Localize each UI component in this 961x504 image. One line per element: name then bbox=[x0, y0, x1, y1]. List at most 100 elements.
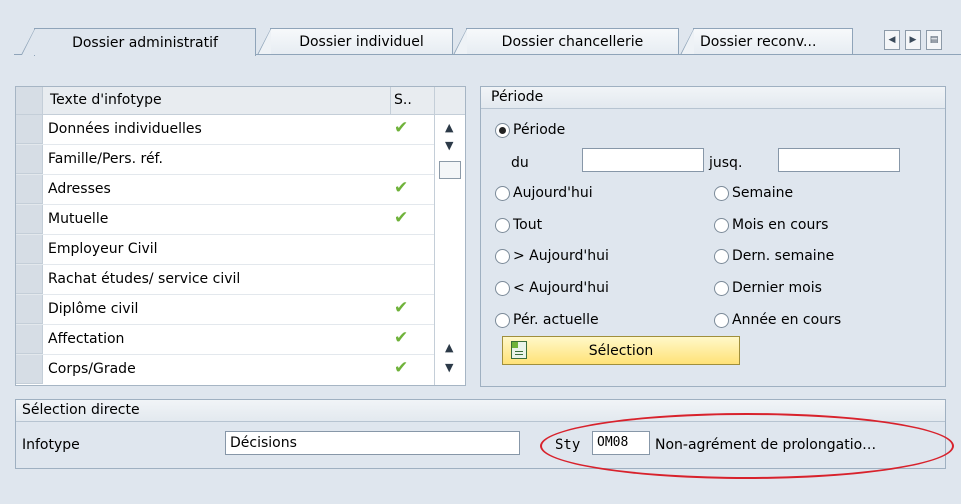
radio-label: Année en cours bbox=[732, 312, 842, 328]
row-selector[interactable] bbox=[16, 265, 43, 294]
scroll-up-icon[interactable]: ▲ bbox=[445, 121, 453, 134]
row-text: Rachat études/ service civil bbox=[48, 271, 241, 287]
scroll-down-icon[interactable]: ▼ bbox=[445, 361, 453, 374]
check-icon: ✔ bbox=[394, 178, 409, 198]
row-selector[interactable] bbox=[16, 145, 43, 174]
table-row[interactable]: Adresses ✔ bbox=[16, 175, 436, 205]
radio-label: Période bbox=[513, 122, 566, 138]
radio-icon bbox=[714, 312, 729, 328]
radio-icon bbox=[714, 248, 729, 264]
row-selector[interactable] bbox=[16, 325, 43, 354]
tab-list-icon: ▤ bbox=[929, 35, 939, 45]
radio-label: > Aujourd'hui bbox=[513, 248, 609, 264]
radio-icon bbox=[495, 248, 510, 264]
radio-avant-aujourdhui[interactable]: < Aujourd'hui bbox=[495, 280, 609, 296]
row-text: Corps/Grade bbox=[48, 361, 136, 377]
date-from-field[interactable] bbox=[582, 148, 704, 172]
radio-dernier-mois[interactable]: Dernier mois bbox=[714, 280, 822, 296]
radio-selected-icon bbox=[495, 122, 510, 138]
row-text: Données individuelles bbox=[48, 121, 202, 137]
jusq-label: jusq. bbox=[709, 155, 743, 171]
check-icon: ✔ bbox=[394, 118, 409, 138]
table-row[interactable]: Données individuelles ✔ bbox=[16, 115, 436, 145]
radio-label: Dernier mois bbox=[732, 280, 822, 296]
radio-icon bbox=[495, 185, 510, 201]
radio-dern-semaine[interactable]: Dern. semaine bbox=[714, 248, 834, 264]
highlight-annotation bbox=[540, 413, 954, 479]
infotype-field[interactable]: Décisions bbox=[225, 431, 520, 455]
tab-dossier-reconv[interactable]: Dossier reconv... bbox=[680, 28, 853, 55]
radio-mois-en-cours[interactable]: Mois en cours bbox=[714, 217, 828, 233]
infotype-table: Texte d'infotype S.. Données individuell… bbox=[15, 86, 466, 386]
row-selector[interactable] bbox=[16, 115, 43, 144]
radio-label: Mois en cours bbox=[732, 217, 829, 233]
check-icon: ✔ bbox=[394, 358, 409, 378]
tab-dossier-chancellerie[interactable]: Dossier chancellerie bbox=[453, 28, 679, 55]
date-to-field[interactable] bbox=[778, 148, 900, 172]
table-row[interactable]: Famille/Pers. réf. bbox=[16, 145, 436, 175]
column-settings-cell[interactable] bbox=[434, 87, 465, 114]
radio-label: Tout bbox=[513, 217, 543, 233]
selection-icon bbox=[511, 341, 527, 359]
scroll-down-icon[interactable]: ▼ bbox=[445, 139, 453, 152]
table-row[interactable]: Employeur Civil bbox=[16, 235, 436, 265]
table-row[interactable]: Corps/Grade ✔ bbox=[16, 355, 436, 385]
radio-icon bbox=[495, 280, 510, 296]
tab-strip: Dossier administratif Dossier individuel… bbox=[0, 0, 961, 56]
radio-semaine[interactable]: Semaine bbox=[714, 185, 793, 201]
row-text: Adresses bbox=[48, 181, 111, 197]
table-row[interactable]: Rachat études/ service civil bbox=[16, 265, 436, 295]
tab-dossier-administratif[interactable]: Dossier administratif bbox=[21, 28, 256, 56]
tab-label: Dossier individuel bbox=[299, 34, 424, 50]
tab-label: Dossier administratif bbox=[72, 34, 218, 51]
radio-icon bbox=[714, 185, 729, 201]
column-header-s[interactable]: S.. bbox=[390, 87, 432, 114]
radio-label: Aujourd'hui bbox=[513, 185, 593, 201]
tab-label: Dossier reconv... bbox=[700, 34, 817, 50]
radio-icon bbox=[714, 217, 729, 233]
row-text: Famille/Pers. réf. bbox=[48, 151, 163, 167]
table-row[interactable]: Diplôme civil ✔ bbox=[16, 295, 436, 325]
radio-label: Dern. semaine bbox=[732, 248, 835, 264]
du-label: du bbox=[511, 155, 529, 171]
row-selector[interactable] bbox=[16, 355, 43, 384]
check-icon: ✔ bbox=[394, 208, 409, 228]
row-text: Mutuelle bbox=[48, 211, 109, 227]
table-header: Texte d'infotype S.. bbox=[16, 87, 465, 115]
tab-label: Dossier chancellerie bbox=[501, 34, 644, 50]
radio-icon bbox=[495, 217, 510, 233]
tab-dossier-individuel[interactable]: Dossier individuel bbox=[257, 28, 453, 55]
row-selector[interactable] bbox=[16, 205, 43, 234]
tab-scroll-right-button[interactable]: ▶ bbox=[905, 30, 921, 50]
radio-icon bbox=[714, 280, 729, 296]
radio-per-actuelle[interactable]: Pér. actuelle bbox=[495, 312, 599, 328]
row-selector[interactable] bbox=[16, 295, 43, 324]
table-row[interactable]: Affectation ✔ bbox=[16, 325, 436, 355]
row-text: Diplôme civil bbox=[48, 301, 139, 317]
radio-label: Pér. actuelle bbox=[513, 312, 599, 328]
selection-button-label: Sélection bbox=[588, 342, 654, 359]
radio-aujourdhui[interactable]: Aujourd'hui bbox=[495, 185, 593, 201]
table-row[interactable]: Mutuelle ✔ bbox=[16, 205, 436, 235]
row-selector[interactable] bbox=[16, 235, 43, 264]
scroll-up-icon[interactable]: ▲ bbox=[445, 341, 453, 354]
selection-button[interactable]: Sélection bbox=[502, 336, 740, 365]
check-icon: ✔ bbox=[394, 298, 409, 318]
triangle-left-icon: ◀ bbox=[888, 35, 896, 45]
vertical-scrollbar[interactable]: ▲ ▼ ▲ ▼ bbox=[434, 115, 465, 385]
row-selector[interactable] bbox=[16, 175, 43, 204]
infotype-label: Infotype bbox=[22, 437, 80, 453]
tab-list-button[interactable]: ▤ bbox=[926, 30, 942, 50]
scroll-thumb[interactable] bbox=[439, 161, 461, 179]
tab-scroll-left-button[interactable]: ◀ bbox=[884, 30, 900, 50]
row-text: Employeur Civil bbox=[48, 241, 158, 257]
select-all-cell[interactable] bbox=[16, 87, 43, 114]
radio-tout[interactable]: Tout bbox=[495, 217, 542, 233]
row-text: Affectation bbox=[48, 331, 125, 347]
radio-periode[interactable]: Période bbox=[495, 122, 565, 138]
radio-annee-en-cours[interactable]: Année en cours bbox=[714, 312, 841, 328]
column-header-texte[interactable]: Texte d'infotype bbox=[50, 92, 162, 108]
check-icon: ✔ bbox=[394, 328, 409, 348]
radio-label: Semaine bbox=[732, 185, 794, 201]
radio-apres-aujourdhui[interactable]: > Aujourd'hui bbox=[495, 248, 609, 264]
